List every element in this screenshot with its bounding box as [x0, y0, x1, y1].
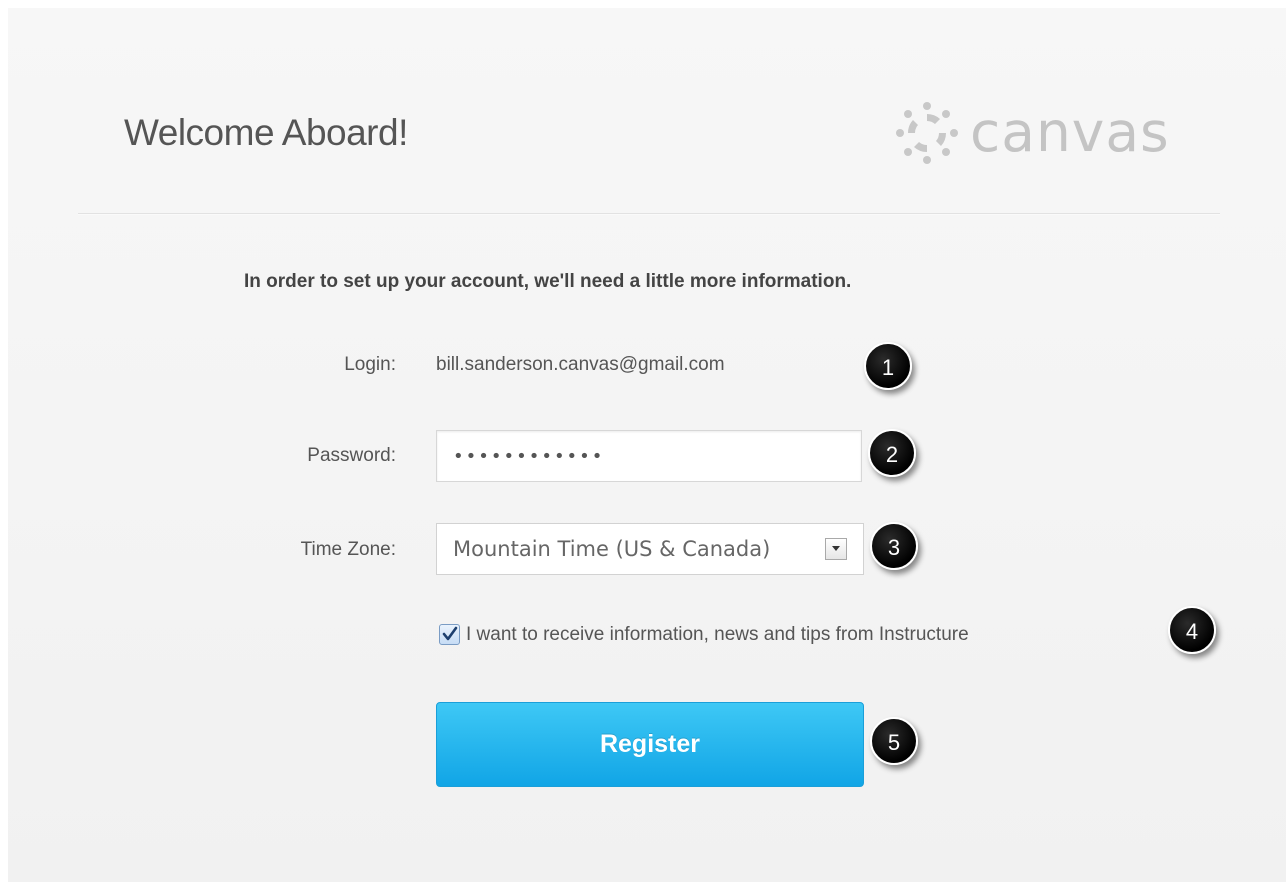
intro-text: In order to set up your account, we'll n… — [244, 271, 852, 292]
timezone-selected-value: Mountain Time (US & Canada) — [453, 537, 771, 561]
canvas-logo: canvas — [892, 98, 1192, 168]
step-marker-1: 1 — [864, 342, 912, 390]
register-button[interactable]: Register — [436, 702, 864, 787]
checkmark-icon — [442, 626, 458, 641]
registration-panel: Welcome Aboard! canvas In order to set u… — [8, 8, 1286, 882]
timezone-label: Time Zone: — [300, 539, 396, 560]
newsletter-label[interactable]: I want to receive information, news and … — [466, 624, 969, 646]
header-divider — [78, 213, 1220, 215]
step-marker-5: 5 — [870, 717, 918, 765]
step-marker-4: 4 — [1168, 606, 1216, 654]
timezone-select[interactable]: Mountain Time (US & Canada) — [436, 523, 864, 575]
logo-wordmark: canvas — [970, 100, 1170, 164]
canvas-logo-icon — [896, 102, 958, 164]
page-title: Welcome Aboard! — [124, 112, 408, 153]
login-value: bill.sanderson.canvas@gmail.com — [436, 354, 725, 375]
step-marker-3: 3 — [870, 522, 918, 570]
password-field[interactable] — [436, 430, 862, 482]
newsletter-checkbox[interactable] — [439, 624, 460, 645]
login-label: Login: — [344, 354, 396, 375]
password-label: Password: — [307, 445, 396, 466]
step-marker-2: 2 — [868, 429, 916, 477]
dropdown-arrow-icon[interactable] — [825, 538, 847, 560]
